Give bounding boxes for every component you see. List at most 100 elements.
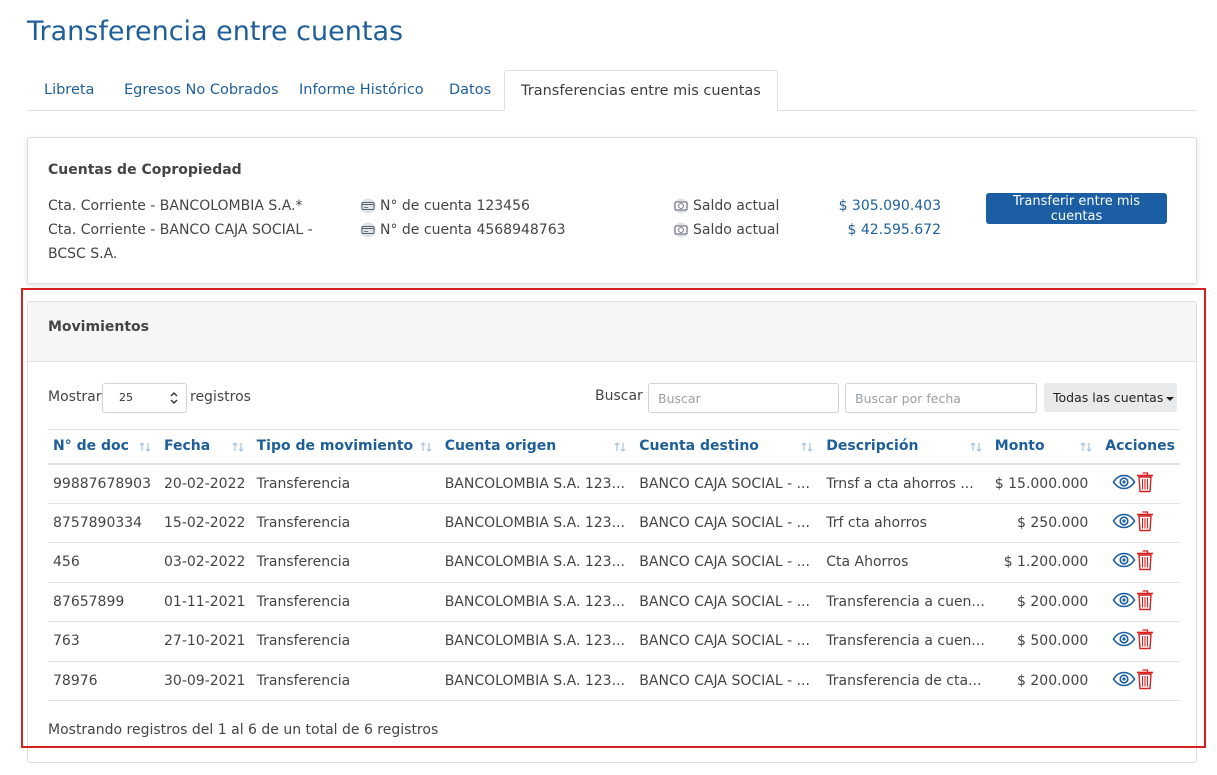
cell-destination: BANCO CAJA SOCIAL - ... xyxy=(634,621,822,662)
cell-doc: 763 xyxy=(48,621,160,662)
cell-actions xyxy=(1100,503,1180,543)
card-icon xyxy=(360,198,376,214)
sort-icon xyxy=(139,442,151,452)
trash-icon[interactable] xyxy=(1136,589,1154,615)
cell-description: Transferencia de cta... xyxy=(821,661,990,701)
search-label: Buscar xyxy=(595,388,643,404)
tab-datos[interactable]: Datos xyxy=(449,70,491,111)
cell-doc: 78976 xyxy=(48,661,160,701)
movements-table-body: 99887678903 20-02-2022 Transferencia BANCOL… xyxy=(48,463,1180,701)
table-row: 87657899 01-11-2021 Transferencia BANCOLOMB… xyxy=(48,582,1180,622)
col-doc[interactable]: N° de doc xyxy=(48,429,160,465)
col-label: Tipo de movimiento xyxy=(256,438,414,455)
table-row: 8757890334 15-02-2022 Transferencia BANCOLO… xyxy=(48,503,1180,543)
page-size-value: 25 xyxy=(119,391,133,404)
balance-label-text: Saldo actual xyxy=(693,198,780,214)
account-balance: $ 42.595.672 xyxy=(847,222,941,238)
account-balance-label: Saldo actual xyxy=(671,218,779,242)
eye-icon[interactable] xyxy=(1112,513,1136,533)
cell-description: Trnsf a cta ahorros ... xyxy=(821,463,990,504)
account-number: N° de cuenta 4568948763 xyxy=(358,218,566,242)
col-amount[interactable]: Monto xyxy=(989,429,1101,465)
tab-egresos-no-cobrados[interactable]: Egresos No Cobrados xyxy=(124,70,279,111)
col-date[interactable]: Fecha xyxy=(159,429,252,465)
cell-date: 20-02-2022 xyxy=(159,463,252,504)
cell-amount: $ 200.000 xyxy=(989,661,1101,701)
cell-origin: BANCOLOMBIA S.A. 123... xyxy=(439,661,635,701)
account-number-text: N° de cuenta 123456 xyxy=(380,198,530,214)
cell-actions xyxy=(1100,582,1180,622)
cell-actions xyxy=(1100,463,1180,504)
tab-libreta[interactable]: Libreta xyxy=(44,70,94,111)
page-size-select[interactable]: 25 xyxy=(102,383,187,413)
cell-destination: BANCO CAJA SOCIAL - ... xyxy=(634,582,822,622)
cell-amount: $ 250.000 xyxy=(989,503,1101,543)
tabs-bar: Libreta Egresos No Cobrados Informe Hist… xyxy=(27,70,1197,111)
table-row: 99887678903 20-02-2022 Transferencia BANCOL… xyxy=(48,463,1180,504)
date-search-input[interactable] xyxy=(845,383,1037,413)
cell-amount: $ 1.200.000 xyxy=(989,542,1101,583)
sort-icon xyxy=(801,442,813,452)
col-destination[interactable]: Cuenta destino xyxy=(634,429,822,465)
account-balance: $ 305.090.403 xyxy=(838,198,941,214)
eye-icon[interactable] xyxy=(1112,592,1136,612)
movements-table: N° de doc Fecha Tipo de movimiento Cuent… xyxy=(48,429,1180,701)
transfer-button[interactable]: Transferir entre mis cuentas xyxy=(986,193,1167,224)
account-name: Cta. Corriente - BANCO CAJA SOCIAL - BCS… xyxy=(48,222,313,262)
trash-icon[interactable] xyxy=(1136,471,1154,497)
select-arrows-icon xyxy=(170,392,178,404)
caret-down-icon xyxy=(1166,396,1175,401)
cell-type: Transferencia xyxy=(251,621,440,662)
col-label: Fecha xyxy=(164,438,211,455)
account-filter-dropdown[interactable]: Todas las cuentas xyxy=(1044,383,1177,412)
cell-date: 01-11-2021 xyxy=(159,582,252,622)
cell-actions xyxy=(1100,542,1180,583)
cell-actions xyxy=(1100,621,1180,662)
account-row: Cta. Corriente - BANCO CAJA SOCIAL - BCS… xyxy=(28,218,1196,266)
cell-date: 03-02-2022 xyxy=(159,542,252,583)
eye-icon[interactable] xyxy=(1112,474,1136,494)
eye-icon[interactable] xyxy=(1112,671,1136,691)
table-row: 456 03-02-2022 Transferencia BANCOLOMBIA S.… xyxy=(48,542,1180,583)
cell-doc: 87657899 xyxy=(48,582,160,622)
money-icon xyxy=(673,198,689,214)
search-input[interactable] xyxy=(648,383,839,413)
cell-origin: BANCOLOMBIA S.A. 123... xyxy=(439,582,635,622)
cell-type: Transferencia xyxy=(251,661,440,701)
cell-type: Transferencia xyxy=(251,503,440,543)
card-icon xyxy=(360,222,376,238)
account-number-text: N° de cuenta 4568948763 xyxy=(380,222,566,238)
col-description[interactable]: Descripción xyxy=(821,429,990,465)
cell-date: 30-09-2021 xyxy=(159,661,252,701)
col-label: Cuenta origen xyxy=(444,438,557,455)
col-actions: Acciones xyxy=(1100,429,1180,465)
sort-icon xyxy=(614,442,626,452)
tab-informe-historico[interactable]: Informe Histórico xyxy=(299,70,424,111)
cell-doc: 8757890334 xyxy=(48,503,160,543)
cell-doc: 99887678903 xyxy=(48,463,160,504)
trash-icon[interactable] xyxy=(1136,549,1154,575)
trash-icon[interactable] xyxy=(1136,628,1154,654)
col-label: Cuenta destino xyxy=(639,438,759,455)
accounts-card-title: Cuentas de Copropiedad xyxy=(48,162,242,178)
cell-origin: BANCOLOMBIA S.A. 123... xyxy=(439,542,635,583)
table-row: 763 27-10-2021 Transferencia BANCOLOMBIA S.… xyxy=(48,621,1180,662)
col-label: Descripción xyxy=(826,438,919,455)
eye-icon[interactable] xyxy=(1112,552,1136,572)
table-row: 78976 30-09-2021 Transferencia BANCOLOMBIA … xyxy=(48,661,1180,701)
cell-description: Trf cta ahorros xyxy=(821,503,990,543)
col-type[interactable]: Tipo de movimiento xyxy=(251,429,440,465)
cell-date: 15-02-2022 xyxy=(159,503,252,543)
trash-icon[interactable] xyxy=(1136,668,1154,694)
page-title: Transferencia entre cuentas xyxy=(27,16,404,47)
sort-icon xyxy=(420,442,432,452)
eye-icon[interactable] xyxy=(1112,631,1136,651)
col-origin[interactable]: Cuenta origen xyxy=(439,429,635,465)
sort-icon xyxy=(1080,442,1092,452)
tab-transferencias[interactable]: Transferencias entre mis cuentas xyxy=(504,70,778,111)
cell-amount: $ 15.000.000 xyxy=(989,463,1101,504)
trash-icon[interactable] xyxy=(1136,510,1154,536)
cell-destination: BANCO CAJA SOCIAL - ... xyxy=(634,661,822,701)
cell-origin: BANCOLOMBIA S.A. 123... xyxy=(439,621,635,662)
movements-card: Movimientos Mostrar 25 registros Buscar … xyxy=(27,301,1197,763)
